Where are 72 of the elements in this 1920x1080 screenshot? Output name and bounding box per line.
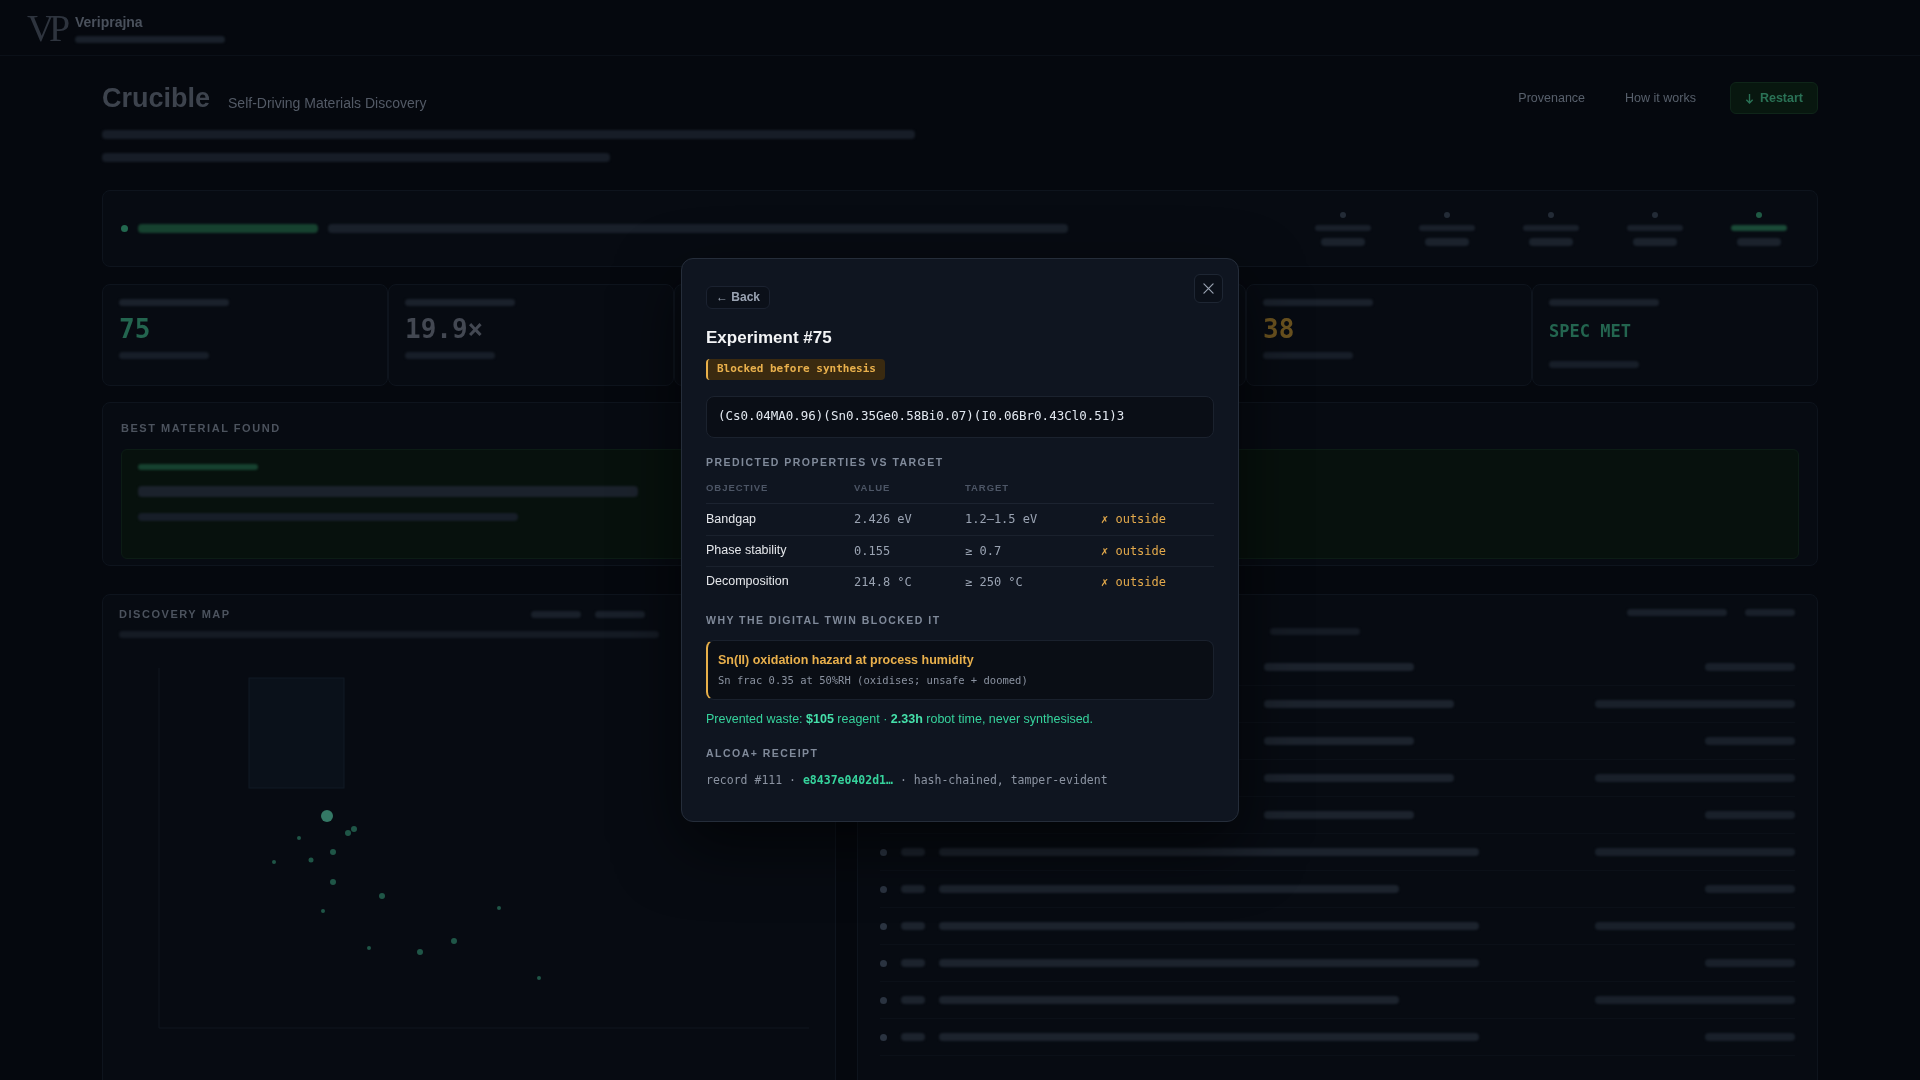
arrow-down-icon [1744, 92, 1754, 104]
verdict-label: ✗ outside [1101, 573, 1168, 591]
scatter-point [272, 860, 276, 864]
reason-detail: Sn frac 0.35 at 50%RH (oxidises; unsafe + doomed) [718, 673, 1029, 688]
objective-name: Decomposition [706, 573, 790, 591]
blurred-text-line [901, 922, 925, 930]
receipt-line: record #111 · e8437e0402d1… · hash-chained, tamper-evident [706, 771, 1108, 788]
blurred-text-line [1529, 237, 1573, 246]
scatter-point [297, 836, 301, 840]
section-heading: BEST MATERIAL FOUND [121, 422, 281, 434]
blurred-text-line [1315, 224, 1371, 231]
close-button[interactable] [1194, 274, 1223, 304]
composition-formula: (Cs0.04MA0.96)(Sn0.35Ge0.58Bi0.07)(I0.06Br0.43Cl0.51)3 [706, 395, 1214, 438]
restart-button[interactable]: Restart [1729, 82, 1818, 114]
scatter-point [321, 810, 333, 822]
blurred-text-line [901, 996, 925, 1004]
target-value: 1.2–1.5 eV [965, 511, 1039, 529]
column-header: OBJECTIVE [706, 480, 770, 494]
predicted-value: 214.8 °C [854, 573, 913, 591]
status-badge: Blocked before synthesis [706, 358, 885, 380]
page-subtitle: Self-Driving Materials Discovery [228, 94, 427, 113]
brand-name: Veriprajna [74, 14, 144, 29]
scatter-point [451, 938, 457, 944]
blurred-text-line [1633, 237, 1677, 246]
predicted-value: 0.155 [854, 542, 892, 560]
section-heading: PREDICTED PROPERTIES VS TARGET [706, 455, 945, 469]
blurred-text-line [901, 959, 925, 967]
blurred-text-line [1745, 609, 1795, 616]
stat-value: 38 [1263, 314, 1296, 344]
reason-title: Sn(II) oxidation hazard at process humidity [718, 652, 975, 669]
objective-name: Bandgap [706, 510, 758, 528]
scatter-point [308, 857, 314, 863]
blurred-text-line [530, 610, 581, 618]
blurred-text-line [1731, 224, 1787, 231]
section-heading: ALCOA+ RECEIPT [706, 746, 820, 760]
column-header: VALUE [854, 480, 892, 494]
page-title: Crucible [102, 82, 211, 114]
blurred-text-line [901, 1033, 925, 1041]
predicted-value: 2.426 eV [854, 511, 913, 529]
column-header: TARGET [965, 480, 1011, 494]
stat-value: 19.9× [405, 314, 485, 344]
blurred-text-line [594, 610, 645, 618]
nav-link[interactable]: How it works [1619, 88, 1702, 108]
scatter-point [321, 909, 325, 913]
close-icon [1203, 283, 1214, 295]
verdict-label: ✗ outside [1101, 542, 1168, 560]
target-value: ≥ 250 °C [965, 573, 1024, 591]
blurred-text-line [901, 885, 925, 893]
section-heading: DISCOVERY MAP [119, 607, 231, 621]
stat-value: 75 [119, 314, 152, 344]
scatter-point [497, 906, 501, 910]
section-heading: WHY THE DIGITAL TWIN BLOCKED IT [706, 613, 942, 627]
nav-link[interactable]: Provenance [1512, 88, 1592, 108]
dialog-title: Experiment #75 [706, 326, 833, 349]
stat-value: SPEC MET [1549, 320, 1632, 343]
back-button[interactable]: ← Back [706, 285, 771, 309]
blurred-text-line [1419, 224, 1475, 231]
blurred-text-line [1321, 237, 1365, 246]
scatter-point [379, 893, 385, 899]
verdict-label: ✗ outside [1101, 511, 1168, 529]
blurred-text-line [1523, 224, 1579, 231]
scatter-point [537, 976, 541, 980]
blurred-text-line [1737, 237, 1781, 246]
scatter-point [367, 946, 371, 950]
scatter-point [330, 849, 336, 855]
blurred-text-line [1627, 224, 1683, 231]
prevented-waste-note: Prevented waste: $105 reagent · 2.33h robot time, never synthesised. [706, 710, 1095, 727]
target-value: ≥ 0.7 [965, 542, 1003, 560]
objective-name: Phase stability [706, 542, 788, 560]
scatter-point [417, 949, 423, 955]
scatter-point [330, 879, 336, 885]
blurred-text-line [1425, 237, 1469, 246]
